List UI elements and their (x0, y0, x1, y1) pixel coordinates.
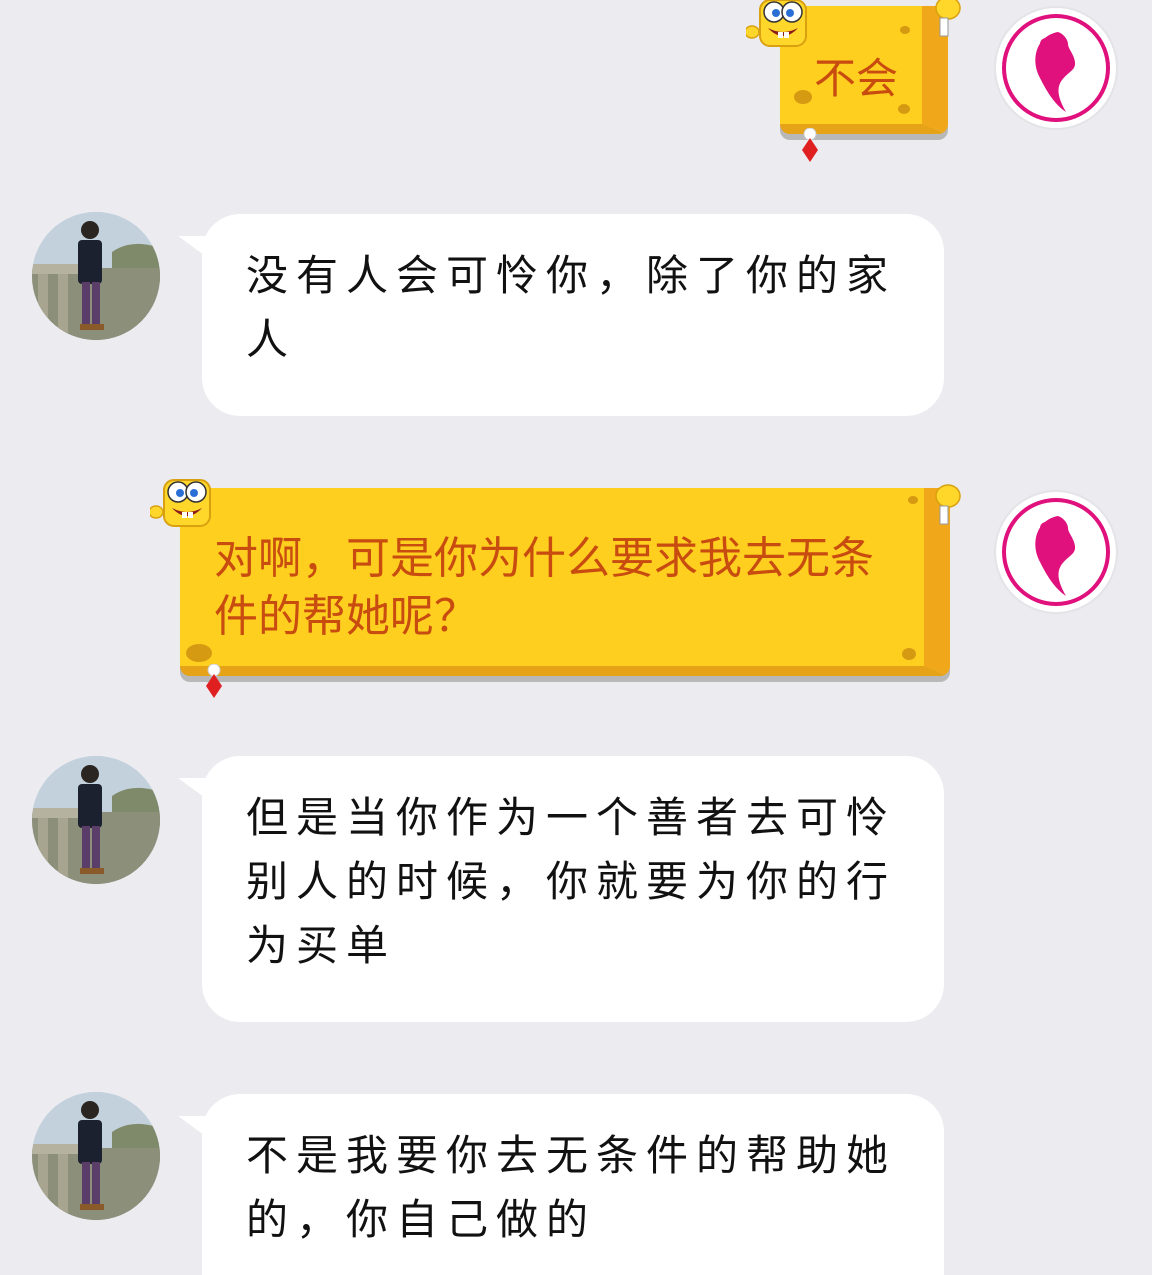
cheese-hole (794, 90, 812, 104)
person-photo-icon (32, 212, 160, 340)
tassel-icon (206, 664, 222, 698)
avatar[interactable] (32, 212, 160, 340)
avatar[interactable] (32, 1092, 160, 1220)
bubble-tail (178, 778, 208, 800)
message-bubble-received[interactable]: 不是我要你去无条件的帮助她的，你自己做的 (178, 1094, 944, 1275)
avatar[interactable] (996, 8, 1116, 128)
tassel-icon (802, 128, 818, 162)
message-bubble-received[interactable]: 没有人会可怜你，除了你的家人 (178, 214, 944, 416)
message-bubble-received[interactable]: 但是当你作为一个善者去可怜别人的时候，你就要为你的行为买单 (178, 756, 944, 1022)
chat-message-list[interactable]: 不会 没有人会可怜你，除了你的家人 对啊，可是你为什么要求我去无条件的帮她呢？ … (0, 0, 1152, 1275)
avatar[interactable] (996, 492, 1116, 612)
pink-logo-icon (1002, 498, 1110, 606)
spongebob-face-icon (746, 0, 807, 47)
message-text: 但是当你作为一个善者去可怜别人的时候，你就要为你的行为买单 (246, 793, 897, 970)
cheese-hole (900, 26, 910, 34)
avatar[interactable] (32, 756, 160, 884)
message-text: 不会 (814, 54, 899, 103)
person-photo-icon (32, 756, 160, 884)
cheese-hole (902, 648, 916, 660)
bubble-tail (178, 236, 208, 258)
message-bubble-sent[interactable]: 对啊，可是你为什么要求我去无条件的帮她呢？ (150, 479, 961, 698)
cheese-hole (186, 644, 212, 662)
message-bubble-sent[interactable]: 不会 (746, 0, 961, 162)
message-text: 不是我要你去无条件的帮助她的，你自己做的 (246, 1131, 897, 1244)
bubble-tail (178, 1116, 208, 1138)
hand-icon (935, 484, 961, 525)
pink-logo-icon (1002, 14, 1110, 122)
message-text: 对啊，可是你为什么要求我去无条件的帮她呢？ (214, 533, 874, 642)
person-photo-icon (32, 1092, 160, 1220)
cheese-hole (908, 496, 918, 504)
spongebob-face-icon (150, 479, 211, 527)
message-text: 没有人会可怜你，除了你的家人 (246, 251, 897, 364)
hand-icon (935, 0, 961, 37)
cheese-hole (898, 104, 910, 114)
